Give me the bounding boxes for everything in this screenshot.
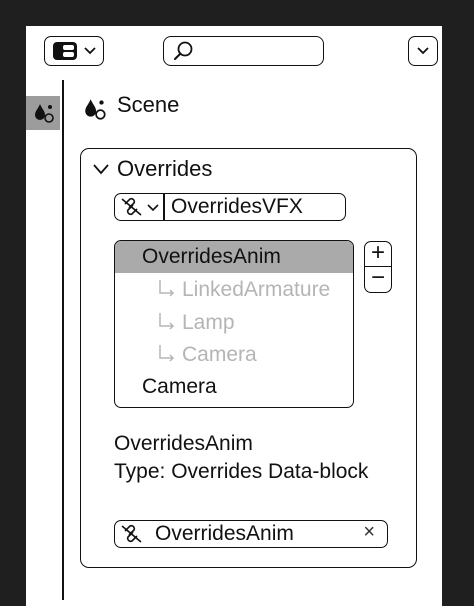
override-link-icon bbox=[121, 524, 142, 543]
scene-icon bbox=[85, 99, 106, 120]
options-button[interactable] bbox=[408, 36, 438, 66]
override-datablock-field[interactable]: OverridesAnim × bbox=[114, 520, 388, 548]
scene-label: Scene bbox=[117, 92, 180, 117]
list-item-label: OverridesAnim bbox=[142, 245, 281, 268]
child-connector-icon bbox=[159, 280, 175, 297]
search-icon bbox=[174, 41, 193, 60]
list-item-lamp[interactable]: Lamp bbox=[115, 307, 353, 339]
dropdown-value: OverridesVFX bbox=[171, 195, 303, 218]
child-connector-icon bbox=[159, 345, 175, 362]
field-value: OverridesAnim bbox=[155, 522, 294, 545]
list-item-label: Camera bbox=[182, 343, 257, 366]
chevron-down-icon bbox=[147, 204, 159, 212]
scene-properties-icon bbox=[35, 104, 54, 123]
list-item-label: LinkedArmature bbox=[182, 278, 331, 301]
editor-type-icon bbox=[53, 42, 77, 60]
list-item-linked-armature[interactable]: LinkedArmature bbox=[115, 274, 353, 306]
tab-scene-properties[interactable] bbox=[26, 96, 60, 130]
overrides-panel-title[interactable]: Overrides bbox=[117, 156, 212, 182]
clear-field-button[interactable]: × bbox=[363, 521, 375, 544]
overrides-source-dropdown[interactable]: OverridesVFX bbox=[114, 193, 346, 221]
chevron-down-icon bbox=[417, 47, 429, 55]
child-connector-icon bbox=[159, 313, 175, 330]
list-item-camera[interactable]: Camera bbox=[115, 371, 353, 403]
chevron-down-icon[interactable] bbox=[92, 162, 110, 176]
editor-type-button[interactable] bbox=[44, 36, 104, 66]
list-item-camera-child[interactable]: Camera bbox=[115, 339, 353, 371]
list-item-overrides-anim[interactable]: OverridesAnim bbox=[115, 241, 353, 273]
chevron-down-icon bbox=[84, 47, 96, 55]
remove-override-button[interactable]: − bbox=[364, 266, 392, 293]
list-item-label: Camera bbox=[142, 375, 217, 398]
overrides-list[interactable]: OverridesAnim LinkedArmature Lamp Camera… bbox=[114, 240, 354, 408]
active-item-type: Type: Overrides Data-block bbox=[114, 460, 369, 483]
dropdown-separator bbox=[163, 194, 165, 220]
search-field[interactable] bbox=[163, 36, 324, 66]
active-item-name: OverridesAnim bbox=[114, 432, 253, 455]
sidebar-divider bbox=[62, 80, 64, 600]
override-link-icon bbox=[121, 197, 142, 216]
list-item-label: Lamp bbox=[182, 311, 235, 334]
